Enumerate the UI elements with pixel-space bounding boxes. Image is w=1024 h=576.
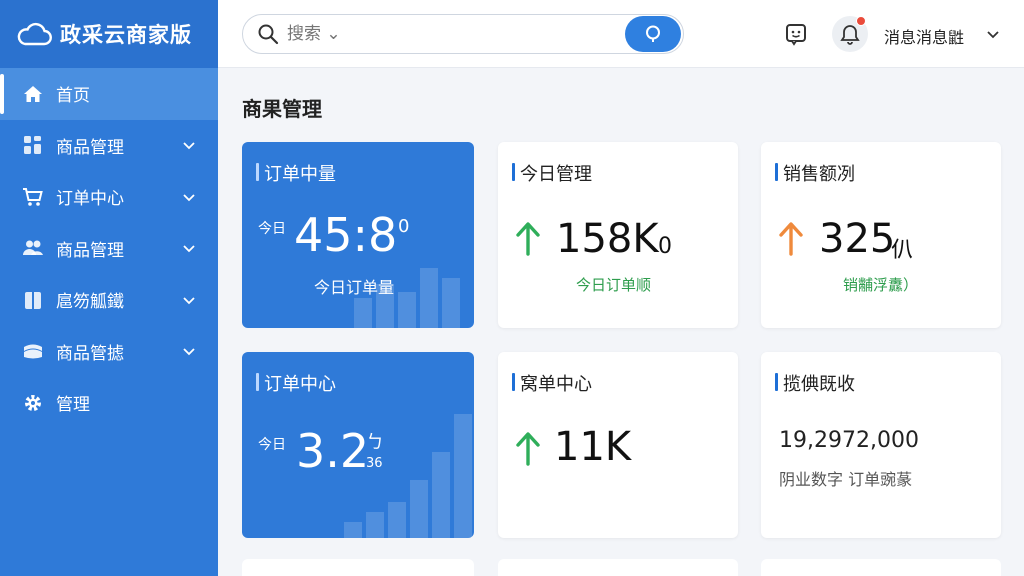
sidebar-item-product-management-3[interactable]: 商品管摅 [0,326,218,378]
sidebar-item-label: 管理 [56,395,90,416]
card-title: 销售额冽 [775,160,855,186]
grid-icon [22,134,44,156]
search-button-icon [646,25,660,42]
chart-bar [344,522,362,538]
sidebar-item-product-management[interactable]: 商品管理 [0,120,218,172]
card-suffix: ㄅ [366,432,384,453]
home-icon [22,83,44,105]
book-icon [22,289,44,311]
stat-card-order-center[interactable]: 订单中心 今日 3.2 ㄅ 36 [242,352,474,538]
chat-icon [786,24,806,46]
username[interactable]: 消息消息鼪 [884,24,964,48]
sidebar-item-home[interactable]: 首页 [0,68,218,120]
stack-icon [22,340,44,362]
brand[interactable]: 政采云商家版 [0,0,218,68]
stat-card-sales[interactable]: 销售额冽 325 仈 销黼浮纛） [761,142,1001,328]
card-suffix: 仈 [891,238,914,263]
stat-card-today[interactable]: 今日管理 158K 0 今日订单顺 [498,142,738,328]
sidebar-nav: 首页 商品管理 订单中心 商品管理 扈笏觚鐵 商品管摅 管理 [0,68,218,429]
chevron-down-icon [183,245,195,253]
search-icon [258,24,279,45]
stat-card-order-center-2[interactable]: 窝单中心 11K [498,352,738,538]
card-value: 325 [819,216,896,262]
sidebar-item-label: 订单中心 [56,189,124,210]
notification-badge [856,16,866,26]
sidebar-item-label: 商品管摅 [56,343,124,364]
chevron-down-icon [183,142,195,150]
search-bar [242,14,684,54]
card-value: 158K [556,216,659,262]
chart-bar [432,452,450,538]
sidebar-item-misc[interactable]: 扈笏觚鐵 [0,274,218,326]
arrow-up-icon [516,432,540,466]
chevron-down-icon [183,297,195,305]
card-value: 11K [554,424,632,470]
sidebar-item-settings[interactable]: 管理 [0,377,218,429]
sidebar-item-label: 首页 [56,86,90,107]
bell-icon [840,25,860,45]
stat-card-orders[interactable]: 订单中量 今日 45:8 0 今日订单量 [242,142,474,328]
chart-bar [420,268,438,328]
cart-icon [22,186,44,208]
cloud-logo-icon [17,22,52,46]
chevron-down-icon [183,194,195,202]
card-suffix: 0 [398,216,410,237]
chart-bar [442,278,460,328]
search-input[interactable] [287,24,625,44]
card-value: 3.2 [296,424,370,478]
notification-button[interactable] [832,16,868,52]
card-suffix-2: 36 [366,456,383,471]
sidebar-item-label: 商品管理 [56,240,124,261]
card-prefix: 今日 [258,437,286,453]
top-header: 消息消息鼪 [218,0,1024,68]
card-subtitle: 阴业数字 订单豌蒃 [779,470,913,489]
card-title: 揽倎既收 [775,370,855,396]
sidebar: 政采云商家版 首页 商品管理 订单中心 商品管理 扈笏觚鐵 商品管摅 管理 [0,0,218,576]
chevron-down-icon[interactable] [986,27,1000,41]
message-button[interactable] [780,18,812,50]
search-button[interactable] [625,16,681,52]
card-suffix: 0 [658,234,672,259]
sidebar-item-label: 商品管理 [56,137,124,158]
card-subtitle: 销黼浮纛） [843,276,919,294]
card-title: 订单中量 [256,160,336,186]
card-value: 45:8 [294,208,398,262]
chart-bar [388,502,406,538]
chart-bar [366,512,384,538]
card-title: 窝单中心 [512,370,592,396]
card-title: 订单中心 [256,370,336,396]
card-subtitle: 今日订单顺 [576,276,652,294]
chart-bar [398,292,416,328]
brand-name: 政采云商家版 [60,23,192,47]
chevron-down-icon [183,348,195,356]
card-peek [242,559,474,576]
users-icon [22,237,44,259]
sidebar-item-product-management-2[interactable]: 商品管理 [0,223,218,275]
arrow-up-icon [779,222,803,256]
chart-bar [354,298,372,328]
card-subtitle: 今日订单量 [314,278,395,297]
card-prefix: 今日 [258,221,286,237]
gear-icon [22,392,44,414]
stat-card-revenue[interactable]: 揽倎既收 19,297​2,000 阴业数字 订单豌蒃 [761,352,1001,538]
chart-bar [410,480,428,538]
sidebar-item-order-center[interactable]: 订单中心 [0,171,218,223]
chart-bar [454,414,472,538]
card-peek [498,559,738,576]
page-title: 商果管理 [242,97,322,121]
arrow-up-icon [516,222,540,256]
sidebar-item-label: 扈笏觚鐵 [56,292,124,313]
card-peek [761,559,1001,576]
card-title: 今日管理 [512,160,592,186]
card-value: 19,297​2,000 [779,428,919,453]
